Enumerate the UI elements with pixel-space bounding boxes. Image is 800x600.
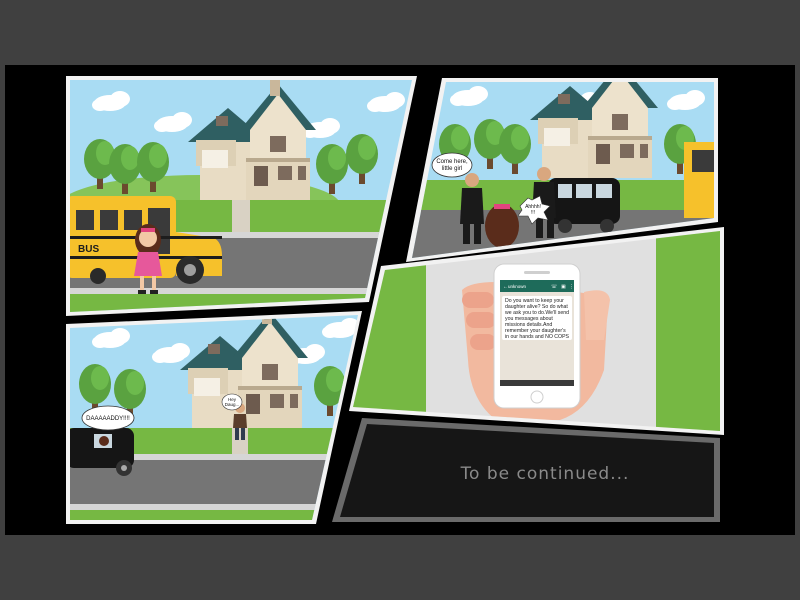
panel-1-school-bus: BUS: [66, 76, 417, 316]
video-call-icon[interactable]: ▣: [561, 284, 566, 290]
contact-name: unknown: [508, 284, 527, 289]
speech-bubble-girl: DAAAAADDY!!!!: [81, 405, 135, 431]
smartphone: ← unknown ☏ ▣ ⋮ Do you want to keep your…: [493, 263, 581, 409]
walkway: [232, 200, 250, 234]
bus-window: [692, 150, 714, 172]
speech-line: Daug...: [225, 402, 240, 407]
girl-character: [485, 204, 519, 248]
home-button[interactable]: [530, 390, 544, 404]
speech-line: DAAAAADDY!!!!: [86, 416, 130, 422]
chat-input-bar[interactable]: [500, 380, 574, 386]
phone-call-icon[interactable]: ☏: [551, 284, 557, 290]
green-side-right: [656, 231, 720, 431]
message-line: in our hands and NO COPS: [505, 334, 570, 340]
more-options-icon[interactable]: ⋮: [569, 284, 574, 290]
speech-line: Come here,: [436, 159, 468, 165]
walkway: [232, 428, 248, 454]
speech-bubble-father: Hey Daug...: [221, 393, 243, 411]
to-be-continued-caption: To be continued...: [460, 464, 630, 484]
comic-strip: BUS Come here, little girl Ahhhh! !!! DA…: [5, 65, 795, 535]
speech-line: little girl: [442, 166, 462, 172]
speech-line: !!!: [531, 210, 535, 216]
bus-label: BUS: [78, 244, 99, 255]
speech-bubble-kidnapper: Come here, little girl: [431, 152, 473, 178]
